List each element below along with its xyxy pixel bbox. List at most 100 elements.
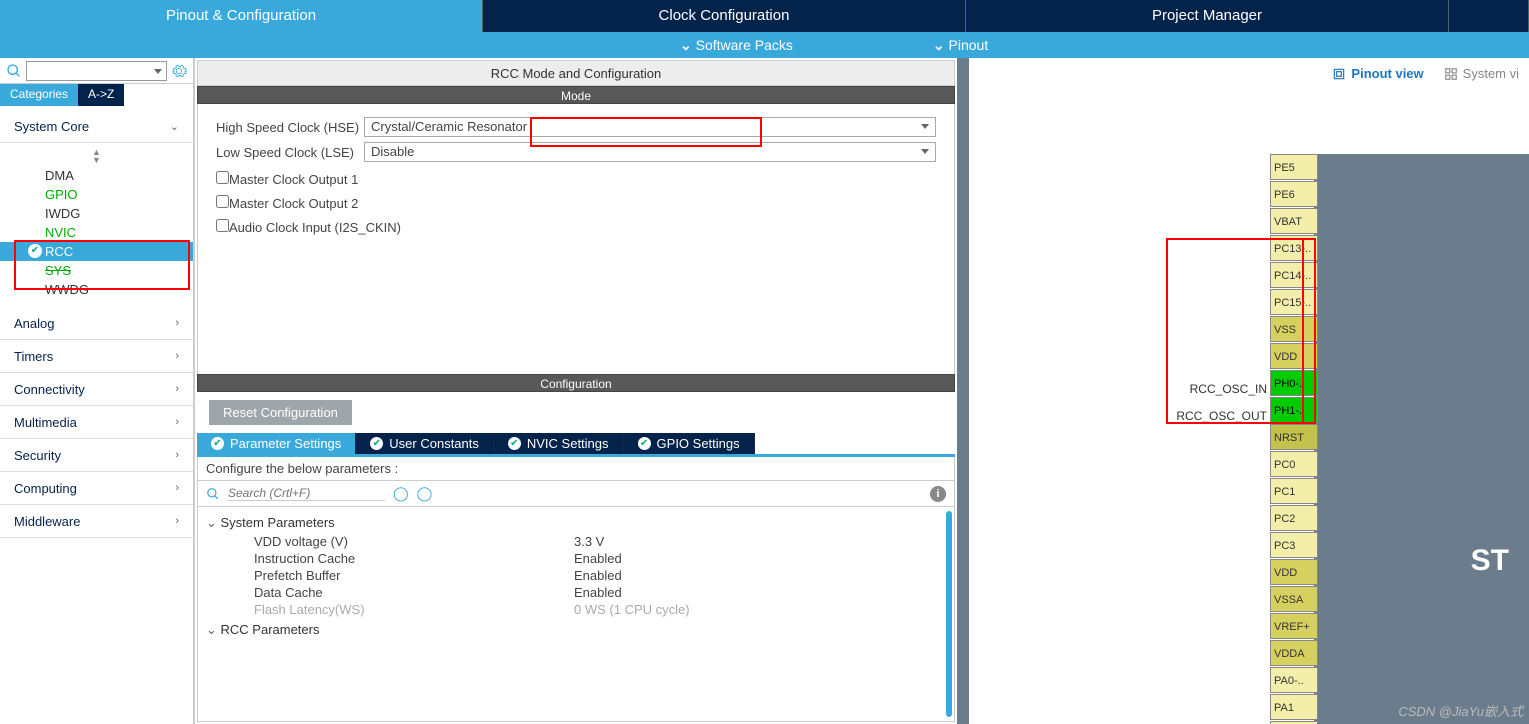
mco2-label: Master Clock Output 2 [229, 196, 358, 211]
menu-pinout[interactable]: Pinout [933, 37, 988, 54]
pin-vdd[interactable]: VDD [1270, 559, 1318, 585]
param-value[interactable]: Enabled [574, 585, 622, 600]
tab-label: User Constants [389, 436, 479, 451]
tab-user-constants[interactable]: User Constants [356, 433, 494, 454]
param-value[interactable]: Enabled [574, 551, 622, 566]
watermark: CSDN @JiaYu嵌入式 [1398, 701, 1523, 720]
panel-title: RCC Mode and Configuration [197, 60, 955, 86]
pin-vss[interactable]: VSS [1270, 316, 1318, 342]
pin-vdd[interactable]: VDD [1270, 343, 1318, 369]
sidebar-item-wwdg[interactable]: WWDG [0, 280, 193, 299]
chevron-right-icon: › [175, 515, 179, 527]
pin-pe6[interactable]: PE6 [1270, 181, 1318, 207]
tab-clock-config[interactable]: Clock Configuration [483, 0, 966, 32]
pin-pc1[interactable]: PC1 [1270, 478, 1318, 504]
next-match-button[interactable]: ◯ [417, 485, 433, 502]
sidebar-item-gpio[interactable]: GPIO [0, 185, 193, 204]
param-value[interactable]: 3.3 V [574, 534, 604, 549]
pinout-view-button[interactable]: Pinout view [1332, 66, 1423, 81]
tab-extra [1449, 0, 1529, 32]
category-computing[interactable]: Computing› [0, 472, 193, 505]
info-icon[interactable]: i [930, 486, 946, 502]
reset-config-button[interactable]: Reset Configuration [209, 400, 352, 425]
pin-pa0[interactable]: PA0-.. [1270, 667, 1318, 693]
prev-match-button[interactable]: ◯ [393, 485, 409, 502]
tab-nvic-settings[interactable]: NVIC Settings [494, 433, 624, 454]
config-hint: Configure the below parameters : [197, 457, 955, 481]
param-key: Prefetch Buffer [254, 568, 574, 583]
category-label: Middleware [14, 514, 80, 529]
category-label: Connectivity [14, 382, 85, 397]
signal-osc-out: RCC_OSC_OUT [1176, 403, 1267, 430]
category-connectivity[interactable]: Connectivity › [0, 373, 193, 406]
group-rcc-params[interactable]: RCC Parameters [206, 620, 946, 640]
gear-icon[interactable] [171, 63, 187, 79]
category-label: Computing [14, 481, 77, 496]
sidebar-item-rcc[interactable]: RCC [0, 242, 193, 261]
category-system-core[interactable]: System Core⌄ [0, 110, 193, 143]
category-label: Multimedia [14, 415, 77, 430]
pin-pc13[interactable]: PC13-.. [1270, 235, 1318, 261]
category-timers[interactable]: Timers › [0, 340, 193, 373]
param-key: Data Cache [254, 585, 574, 600]
chevron-right-icon: › [175, 383, 179, 395]
sidebar-item-iwdg[interactable]: IWDG [0, 204, 193, 223]
category-security[interactable]: Security › [0, 439, 193, 472]
hse-label: High Speed Clock (HSE) [216, 120, 364, 135]
mco1-label: Master Clock Output 1 [229, 172, 358, 187]
chevron-right-icon: › [175, 350, 179, 362]
sidebar-item-dma[interactable]: DMA [0, 166, 193, 185]
param-search-input[interactable] [228, 486, 385, 501]
audio-checkbox[interactable] [216, 219, 229, 232]
param-value: 0 WS (1 CPU cycle) [574, 602, 690, 617]
hse-combo[interactable]: Crystal/Ceramic Resonator [364, 117, 936, 137]
system-view-button[interactable]: System vi [1444, 66, 1519, 81]
chevron-right-icon: › [175, 449, 179, 461]
audio-label: Audio Clock Input (I2S_CKIN) [229, 220, 401, 235]
param-key: Flash Latency(WS) [254, 602, 574, 617]
tab-parameter-settings[interactable]: Parameter Settings [197, 433, 356, 454]
tab-gpio-settings[interactable]: GPIO Settings [624, 433, 755, 454]
category-analog[interactable]: Analog› [0, 307, 193, 340]
signal-osc-in: RCC_OSC_IN [1176, 376, 1267, 403]
tab-label: NVIC Settings [527, 436, 609, 451]
pin-vref[interactable]: VREF+ [1270, 613, 1318, 639]
pin-pa1[interactable]: PA1 [1270, 694, 1318, 720]
tab-label: Parameter Settings [230, 436, 341, 451]
sidebar-item-sys[interactable]: SYS [0, 261, 193, 280]
sort-icon[interactable]: ▲▼ [0, 148, 193, 164]
menu-software-packs[interactable]: Software Packs [680, 37, 793, 54]
tab-label: GPIO Settings [657, 436, 740, 451]
pin-pc2[interactable]: PC2 [1270, 505, 1318, 531]
chip-body[interactable]: ST [1314, 154, 1529, 724]
lse-combo[interactable]: Disable [364, 142, 936, 162]
mco2-checkbox[interactable] [216, 195, 229, 208]
category-multimedia[interactable]: Multimedia› [0, 406, 193, 439]
category-label: Timers [14, 349, 53, 364]
pin-pc15[interactable]: PC15-.. [1270, 289, 1318, 315]
highlight-line [1302, 238, 1304, 424]
tab-project-manager[interactable]: Project Manager [966, 0, 1449, 32]
chip-label: ST [1471, 544, 1509, 578]
pin-vdda[interactable]: VDDA [1270, 640, 1318, 666]
pin-ph0[interactable]: PH0-.. [1270, 370, 1318, 396]
sidebar-item-nvic[interactable]: NVIC [0, 223, 193, 242]
search-combo[interactable] [26, 61, 167, 81]
pin-pc0[interactable]: PC0 [1270, 451, 1318, 477]
category-middleware[interactable]: Middleware › [0, 505, 193, 538]
pin-ph1[interactable]: PH1-.. [1270, 397, 1318, 423]
pin-pe5[interactable]: PE5 [1270, 154, 1318, 180]
pin-pc3[interactable]: PC3 [1270, 532, 1318, 558]
pin-vssa[interactable]: VSSA [1270, 586, 1318, 612]
param-value[interactable]: Enabled [574, 568, 622, 583]
view-label: System vi [1463, 66, 1519, 81]
pin-nrst[interactable]: NRST [1270, 424, 1318, 450]
tab-pinout-config[interactable]: Pinout & Configuration [0, 0, 483, 32]
category-label: Security [14, 448, 61, 463]
pin-vbat[interactable]: VBAT [1270, 208, 1318, 234]
mco1-checkbox[interactable] [216, 171, 229, 184]
pin-pc14[interactable]: PC14-.. [1270, 262, 1318, 288]
group-system-params[interactable]: System Parameters [206, 513, 946, 533]
tab-categories[interactable]: Categories [0, 84, 78, 106]
tab-a-to-z[interactable]: A->Z [78, 84, 124, 106]
